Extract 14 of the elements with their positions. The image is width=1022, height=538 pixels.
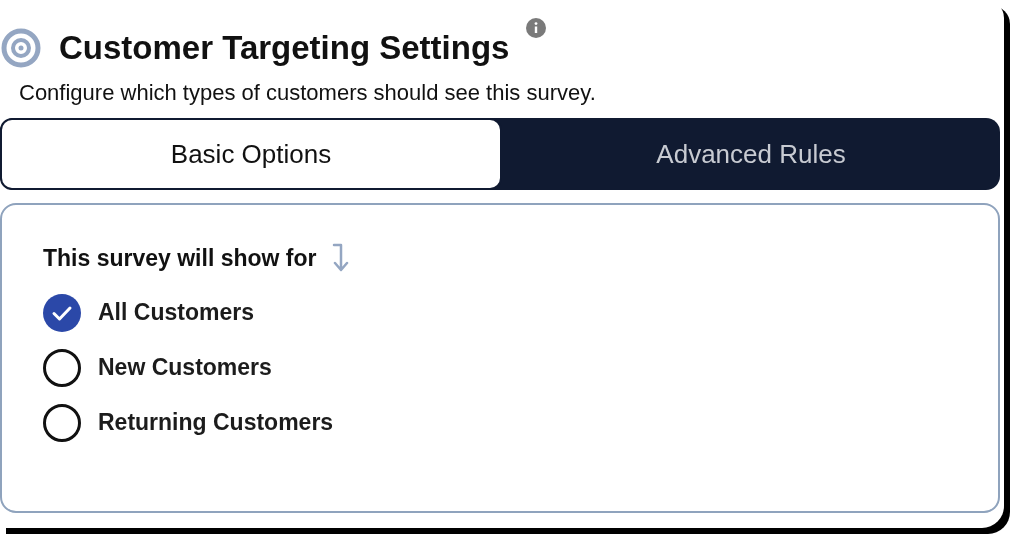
option-label: New Customers	[98, 354, 272, 381]
radio-button[interactable]	[43, 403, 81, 442]
tab[interactable]: Advanced Rules	[502, 118, 1000, 190]
info-icon[interactable]	[526, 18, 547, 38]
radio-button[interactable]	[43, 348, 81, 387]
option-label: All Customers	[98, 299, 254, 326]
option-label: Returning Customers	[98, 409, 334, 436]
page-title: Customer Targeting Settings	[59, 29, 510, 67]
arrow-down-icon	[331, 243, 350, 273]
panel-heading: This survey will show for	[43, 244, 317, 272]
subtitle: Configure which types of customers should see this survey.	[19, 80, 597, 106]
target-icon	[1, 28, 41, 68]
radio-button[interactable]	[43, 293, 81, 332]
tab[interactable]: Basic Options	[0, 118, 502, 190]
